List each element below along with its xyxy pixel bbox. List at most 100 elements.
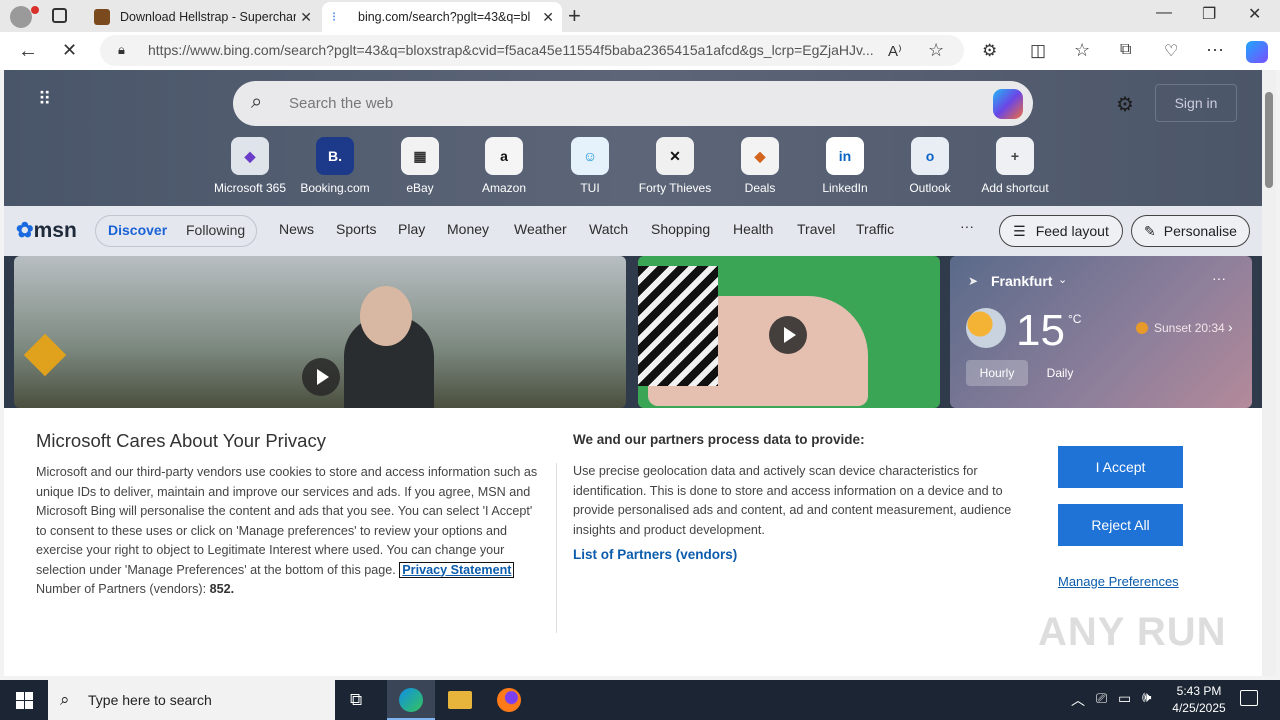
notifications-icon[interactable]: [1240, 690, 1258, 706]
tab-discover[interactable]: Discover: [108, 222, 167, 238]
tab-actions-icon[interactable]: [52, 8, 67, 23]
taskbar: ⌕ Type here to search ⧉ ︿ ⎚ ▭ 🕪︎ 5:43 PM…: [0, 680, 1280, 720]
nav-item-news[interactable]: News: [279, 221, 314, 237]
tray-device-icon[interactable]: ⎚: [1096, 690, 1107, 707]
edge-taskbar-icon[interactable]: [387, 680, 435, 720]
tab-title: bing.com/search?pglt=43&q=bl: [358, 10, 531, 24]
chevron-down-icon[interactable]: ⌄: [1058, 273, 1067, 286]
nav-item-watch[interactable]: Watch: [589, 221, 628, 237]
task-view-icon[interactable]: ⧉: [350, 690, 362, 710]
pencil-icon: ✎: [1144, 222, 1156, 239]
search-placeholder: Search the web: [289, 95, 394, 112]
settings-gear-icon[interactable]: ⚙: [1116, 92, 1134, 117]
windows-start-icon[interactable]: [16, 692, 33, 709]
shortcut-amazon[interactable]: a Amazon: [464, 137, 544, 195]
more-menu-icon[interactable]: ···: [1206, 39, 1224, 60]
sign-in-button[interactable]: Sign in: [1155, 84, 1237, 122]
network-icon[interactable]: ▭: [1118, 690, 1131, 707]
back-icon[interactable]: ←: [18, 40, 38, 63]
shortcut-label: Amazon: [481, 181, 527, 195]
favorites-icon[interactable]: ☆: [1074, 40, 1090, 61]
collections-icon[interactable]: ⧉: [1120, 41, 1131, 59]
nav-item-sports[interactable]: Sports: [336, 221, 376, 237]
url-text[interactable]: https://www.bing.com/search?pglt=43&q=bl…: [148, 42, 878, 58]
taskbar-search-placeholder: Type here to search: [88, 692, 212, 708]
shortcut-booking-com[interactable]: B. Booking.com: [295, 137, 375, 195]
copilot-search-icon[interactable]: [993, 89, 1023, 119]
nav-item-weather[interactable]: Weather: [514, 221, 567, 237]
personalise-button[interactable]: ✎ Personalise: [1131, 215, 1250, 247]
lock-icon[interactable]: 🔒︎: [118, 42, 125, 58]
taskbar-search-box[interactable]: ⌕ Type here to search: [48, 680, 335, 720]
new-tab-icon[interactable]: +: [568, 3, 581, 29]
shortcut-icon: B.: [316, 137, 354, 175]
favorite-star-icon[interactable]: ☆: [928, 40, 944, 61]
partners-count: 852.: [209, 582, 235, 596]
tray-chevron-icon[interactable]: ︿: [1071, 690, 1085, 710]
weather-more-icon[interactable]: ···: [1212, 270, 1226, 286]
restore-icon[interactable]: ❐: [1202, 4, 1216, 24]
close-tab-icon[interactable]: ✕: [300, 9, 312, 26]
file-explorer-icon[interactable]: [448, 691, 472, 709]
tab-bing[interactable]: ⁝ bing.com/search?pglt=43&q=bl ✕: [322, 2, 562, 32]
video-card[interactable]: [638, 256, 940, 408]
news-video-card[interactable]: [14, 256, 626, 408]
shortcut-label: TUI: [580, 181, 600, 195]
copilot-icon[interactable]: [1246, 41, 1268, 63]
nav-item-traffic[interactable]: Traffic: [856, 221, 894, 237]
loading-icon: ⁝: [332, 9, 337, 24]
shortcut-add-shortcut[interactable]: + Add shortcut: [975, 137, 1055, 195]
page-scrollbar[interactable]: [1262, 70, 1276, 676]
extensions-icon[interactable]: ⚙: [982, 41, 997, 61]
play-icon[interactable]: [302, 358, 340, 396]
accept-button[interactable]: I Accept: [1058, 446, 1183, 488]
tab-daily[interactable]: Daily: [1034, 360, 1086, 386]
shortcut-forty-thieves[interactable]: ✕ Forty Thieves: [635, 137, 715, 195]
apps-grid-icon[interactable]: ⠿: [38, 90, 58, 114]
profile-icon[interactable]: [10, 6, 39, 28]
volume-icon[interactable]: 🕪︎: [1142, 689, 1151, 706]
shortcut-linkedin[interactable]: in LinkedIn: [805, 137, 885, 195]
nav-item-play[interactable]: Play: [398, 221, 425, 237]
vendors-link[interactable]: List of Partners (vendors): [573, 547, 737, 562]
manage-preferences-link[interactable]: Manage Preferences: [1058, 574, 1179, 589]
shortcut-microsoft-365[interactable]: ◆ Microsoft 365: [210, 137, 290, 195]
shortcut-label: Microsoft 365: [213, 181, 287, 195]
close-tab-icon[interactable]: ✕: [542, 9, 554, 26]
reject-all-button[interactable]: Reject All: [1058, 504, 1183, 546]
scrollbar-thumb[interactable]: [1265, 92, 1273, 188]
nav-item-money[interactable]: Money: [447, 221, 489, 237]
sun-icon: [1136, 322, 1148, 334]
shortcut-ebay[interactable]: ▦ eBay: [380, 137, 460, 195]
search-box[interactable]: ⌕ Search the web: [233, 81, 1033, 126]
performance-icon[interactable]: ♡: [1164, 41, 1178, 61]
sliders-icon: ☰: [1013, 222, 1026, 239]
clock-time[interactable]: 5:43 PM: [1174, 684, 1224, 698]
weather-card[interactable]: ➤ Frankfurt ⌄ ··· 15 °C Sunset 20:34 › H…: [950, 256, 1252, 408]
clock-date[interactable]: 4/25/2025: [1168, 701, 1230, 715]
close-window-icon[interactable]: ✕: [1248, 4, 1261, 24]
shortcut-label: Add shortcut: [981, 181, 1049, 195]
privacy-statement-link[interactable]: Privacy Statement: [399, 561, 515, 578]
nav-item-travel[interactable]: Travel: [797, 221, 835, 237]
nav-item-health[interactable]: Health: [733, 221, 773, 237]
tab-hellstrap[interactable]: Download Hellstrap - Supercharg ✕: [84, 2, 320, 32]
tab-hourly[interactable]: Hourly: [966, 360, 1028, 386]
split-screen-icon[interactable]: ◫: [1030, 41, 1046, 61]
feed-layout-button[interactable]: ☰ Feed layout: [999, 215, 1123, 247]
weather-location[interactable]: Frankfurt: [991, 273, 1052, 289]
minimize-icon[interactable]: —: [1156, 4, 1172, 22]
msn-logo[interactable]: ✿msn: [16, 218, 77, 243]
shortcut-deals[interactable]: ◆ Deals: [720, 137, 800, 195]
shortcut-outlook[interactable]: o Outlook: [890, 137, 970, 195]
play-icon[interactable]: [769, 316, 807, 354]
chevron-right-icon[interactable]: ›: [1228, 319, 1233, 335]
stop-icon[interactable]: ✕: [62, 40, 77, 61]
tab-following[interactable]: Following: [186, 222, 245, 238]
read-aloud-icon[interactable]: A⁾: [888, 42, 902, 60]
shortcut-tui[interactable]: ☺ TUI: [550, 137, 630, 195]
nav-item-shopping[interactable]: Shopping: [651, 221, 710, 237]
more-nav-icon[interactable]: ···: [960, 218, 974, 234]
search-icon: ⌕: [251, 91, 263, 113]
firefox-icon[interactable]: [497, 688, 521, 712]
